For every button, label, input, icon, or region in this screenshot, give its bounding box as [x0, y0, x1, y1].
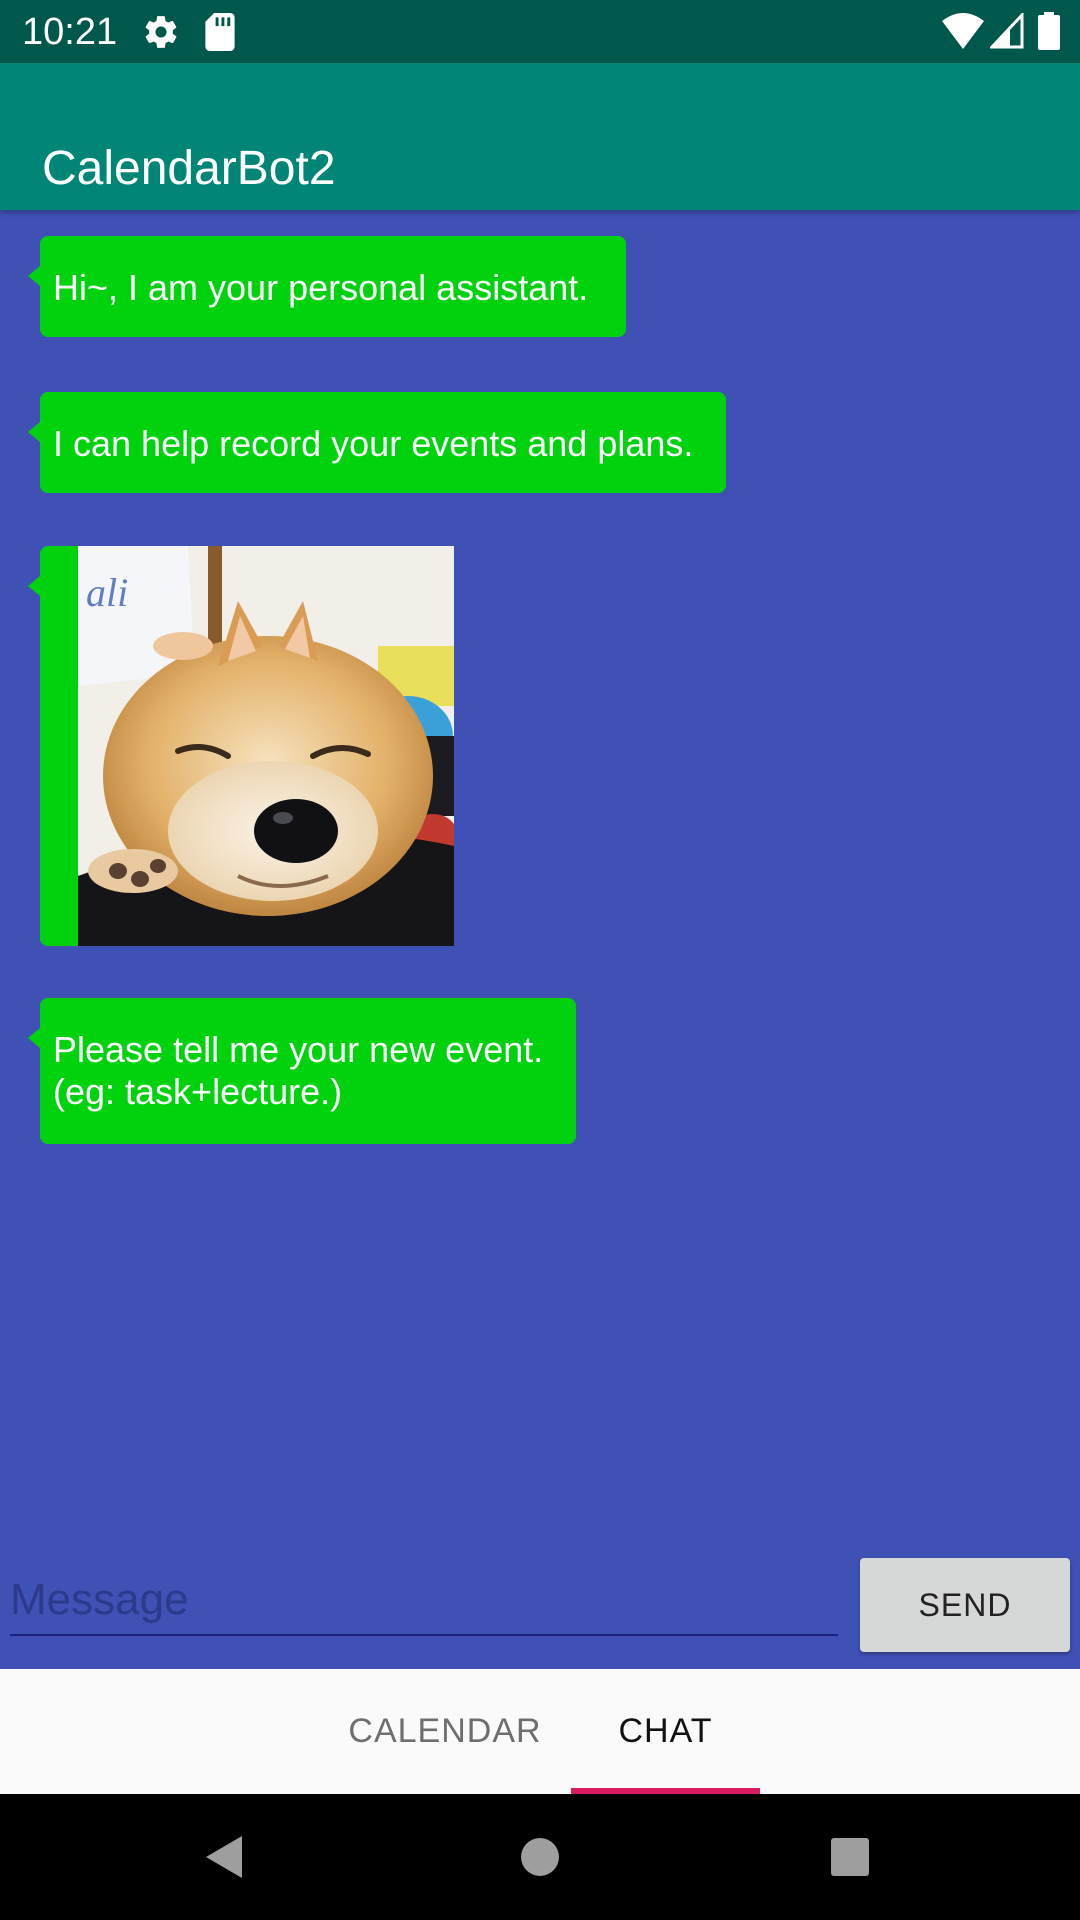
wifi-icon [942, 13, 984, 49]
chat-bubble: Please tell me your new event. (eg: task… [28, 998, 576, 1144]
status-bar: 10:21 [0, 0, 1080, 63]
signal-icon [990, 13, 1024, 49]
shiba-dog-image: ali [78, 546, 454, 946]
chat-message-text: Please tell me your new event. (eg: task… [53, 1029, 544, 1112]
home-icon[interactable] [520, 1837, 560, 1877]
app-bar: CalendarBot2 [0, 63, 1080, 210]
chat-message-text: Hi~, I am your personal assistant. [53, 267, 589, 308]
battery-icon [1038, 12, 1060, 50]
sd-card-icon [205, 13, 235, 51]
message-input[interactable] [10, 1566, 838, 1636]
svg-text:ali: ali [86, 570, 128, 615]
recents-icon[interactable] [830, 1837, 870, 1877]
tab-chat[interactable]: CHAT [571, 1669, 760, 1794]
back-icon[interactable] [204, 1834, 244, 1880]
chat-bubble: Hi~, I am your personal assistant. [28, 236, 626, 337]
chat-bubble: I can help record your events and plans. [28, 392, 726, 493]
tab-bar: CALENDAR CHAT [0, 1669, 1080, 1794]
status-time: 10:21 [22, 11, 118, 53]
screen: 10:21 CalendarBot2 Hi~, I am your person… [0, 0, 1080, 1920]
system-nav-bar [0, 1794, 1080, 1920]
gear-icon [145, 16, 177, 48]
app-title: CalendarBot2 [42, 142, 336, 196]
image-bubble: ali [28, 546, 454, 946]
tab-calendar[interactable]: CALENDAR [340, 1669, 550, 1794]
chat-message-text: I can help record your events and plans. [53, 423, 694, 464]
send-button[interactable]: SEND [860, 1558, 1070, 1652]
